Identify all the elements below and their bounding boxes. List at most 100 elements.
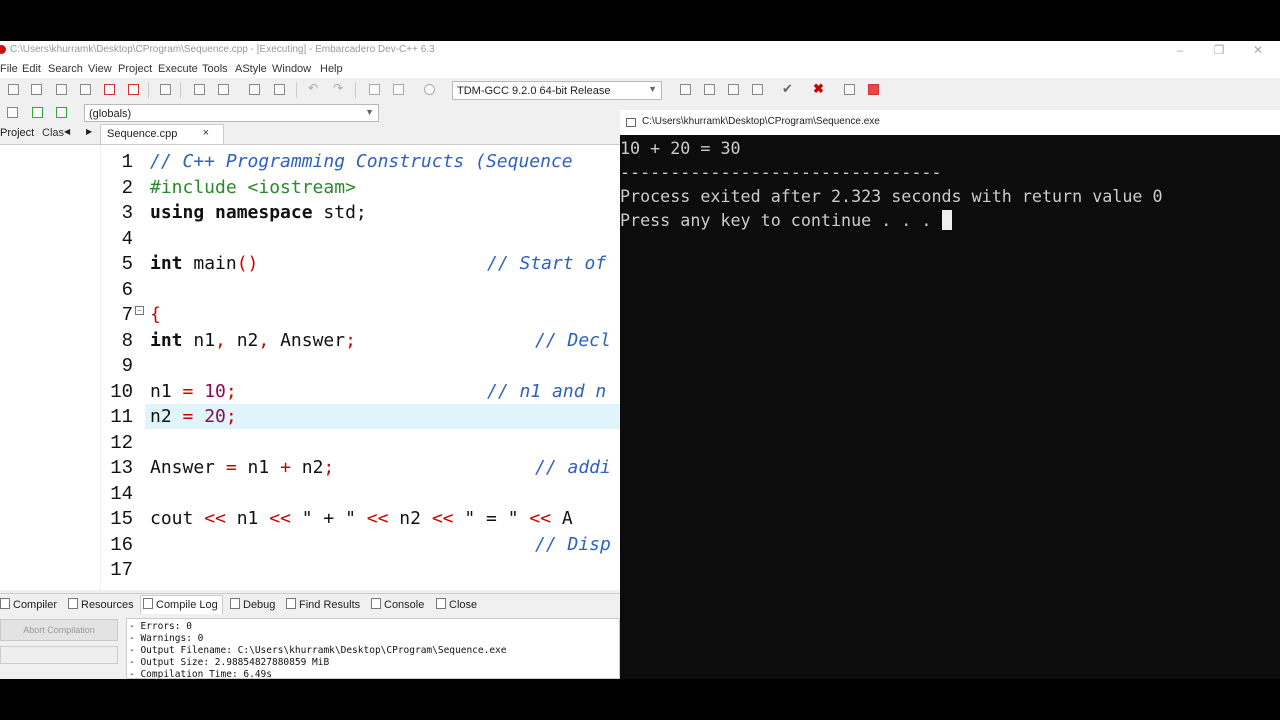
symbol: << [366,508,389,529]
code-editor[interactable]: 1 2 3 4 5 6 7 8 9 10 11 12 13 14 15 16 1… [101,145,620,590]
compiler-select[interactable]: TDM-GCC 9.2.0 64-bit Release ▼ [452,81,662,100]
symbol: ; [225,406,237,427]
compile-icon[interactable] [680,84,691,95]
undo-icon[interactable]: ↶ [308,81,318,95]
line-number: 5 [121,253,133,275]
line-number: 12 [110,432,133,454]
console-title-bar[interactable]: C:\Users\khurramk\Desktop\CProgram\Seque… [620,110,1280,135]
menu-bar: File Edit Search View Project Execute To… [0,61,1280,78]
toolbar-separator [180,82,181,98]
menu-view[interactable]: View [88,63,112,75]
symbol: ; [323,457,335,478]
goto-line-icon[interactable] [249,84,260,95]
menu-help[interactable]: Help [320,63,343,75]
bookmark-icon[interactable] [56,107,67,118]
tab-close[interactable]: Close [436,598,477,611]
scope-select-value: (globals) [89,108,132,120]
toggle-bookmark-icon[interactable] [274,84,285,95]
open-file-icon[interactable] [31,84,42,95]
identifier: n1 [182,330,216,351]
close-icon[interactable]: ✕ [1248,43,1268,57]
tab-scroll-left-icon[interactable]: ◀ [64,127,70,136]
code-comment-10: // n1 and n [487,381,606,402]
menu-window[interactable]: Window [272,63,311,75]
identifier: n2 [290,457,324,478]
replace-icon[interactable] [218,84,229,95]
line-number: 16 [110,534,133,556]
unindent-icon[interactable] [393,84,404,95]
code-line-1: // C++ Programming Constructs (Sequence [150,151,573,172]
symbol: , [258,330,270,351]
tab-classes[interactable]: Clas [42,127,64,139]
delete-profile-icon[interactable] [868,84,879,95]
fold-collapse-icon[interactable]: − [135,306,144,315]
compiler-select-value: TDM-GCC 9.2.0 64-bit Release [457,85,611,97]
goto-icon[interactable] [32,107,43,118]
symbol: () [236,253,259,274]
code-line-10: n1 = 10; [150,381,237,402]
panel-tab-row: Project Clas ◀ ▶ Sequence.cpp × [0,124,620,145]
editor-tab-label: Sequence.cpp [107,128,178,140]
scope-select[interactable]: (globals) ▼ [84,104,379,122]
console-output-line: Process exited after 2.323 seconds with … [620,186,1163,206]
rebuild-all-icon[interactable] [752,84,763,95]
save-all-icon[interactable] [80,84,91,95]
tab-compiler[interactable]: Compiler [0,598,57,611]
keyword: using namespace [150,202,313,223]
line-number: 3 [121,202,133,224]
save-icon[interactable] [56,84,67,95]
editor-tab-sequence[interactable]: Sequence.cpp × [100,124,224,144]
menu-tools[interactable]: Tools [202,63,228,75]
find-icon[interactable] [194,84,205,95]
close-file-icon[interactable] [104,84,115,95]
line-number: 6 [121,279,133,301]
symbol: + [280,457,291,478]
menu-project[interactable]: Project [118,63,152,75]
code-comment-5: // Start of [487,253,606,274]
run-icon[interactable] [704,84,715,95]
identifier: n2 [150,406,183,427]
console-window[interactable]: C:\Users\khurramk\Desktop\CProgram\Seque… [620,110,1280,679]
profile-icon[interactable] [844,84,855,95]
resources-icon [68,598,78,609]
toolbar-separator [148,82,149,98]
menu-execute[interactable]: Execute [158,63,198,75]
compile-log-panel: Abort Compilation - Errors: 0 - Warnings… [0,614,620,679]
tab-find-results[interactable]: Find Results [286,598,360,611]
tab-project[interactable]: Project [0,127,34,139]
code-line-2: #include <iostream> [150,177,356,198]
syntax-check-icon[interactable]: ✔ [782,81,793,97]
close-all-icon[interactable] [128,84,139,95]
redo-icon[interactable]: ↷ [333,81,343,95]
menu-astyle[interactable]: AStyle [235,63,267,75]
tab-debug[interactable]: Debug [230,598,275,611]
bottom-tab-bar: Compiler Resources Compile Log Debug Fin… [0,593,620,614]
tab-resources[interactable]: Resources [68,598,134,611]
identifier: n1 [150,381,183,402]
line-number: 7 [121,304,133,326]
stop-execution-icon[interactable]: ✖ [813,81,824,97]
compile-run-icon[interactable] [728,84,739,95]
menu-edit[interactable]: Edit [22,63,41,75]
tab-scroll-right-icon[interactable]: ▶ [86,127,92,136]
compile-log-output[interactable]: - Errors: 0 - Warnings: 0 - Output Filen… [126,618,620,679]
tab-label: Resources [81,599,134,611]
toggle-comment-icon[interactable] [424,84,435,95]
symbol: ; [345,330,356,351]
insert-icon[interactable] [7,107,18,118]
menu-search[interactable]: Search [48,63,83,75]
restore-icon[interactable]: ❐ [1209,43,1229,57]
minimize-icon[interactable]: – [1170,43,1190,57]
new-file-icon[interactable] [8,84,19,95]
abort-compilation-button[interactable]: Abort Compilation [0,619,118,641]
menu-file[interactable]: File [0,63,18,75]
line-number: 8 [121,330,133,352]
close-tab-icon[interactable]: × [203,127,209,139]
indent-icon[interactable] [369,84,380,95]
tab-console[interactable]: Console [371,598,424,611]
symbol: ; [225,381,237,402]
symbol: = [225,457,237,478]
print-icon[interactable] [160,84,171,95]
tab-compile-log[interactable]: Compile Log [140,595,223,614]
keyword: int [150,330,183,351]
